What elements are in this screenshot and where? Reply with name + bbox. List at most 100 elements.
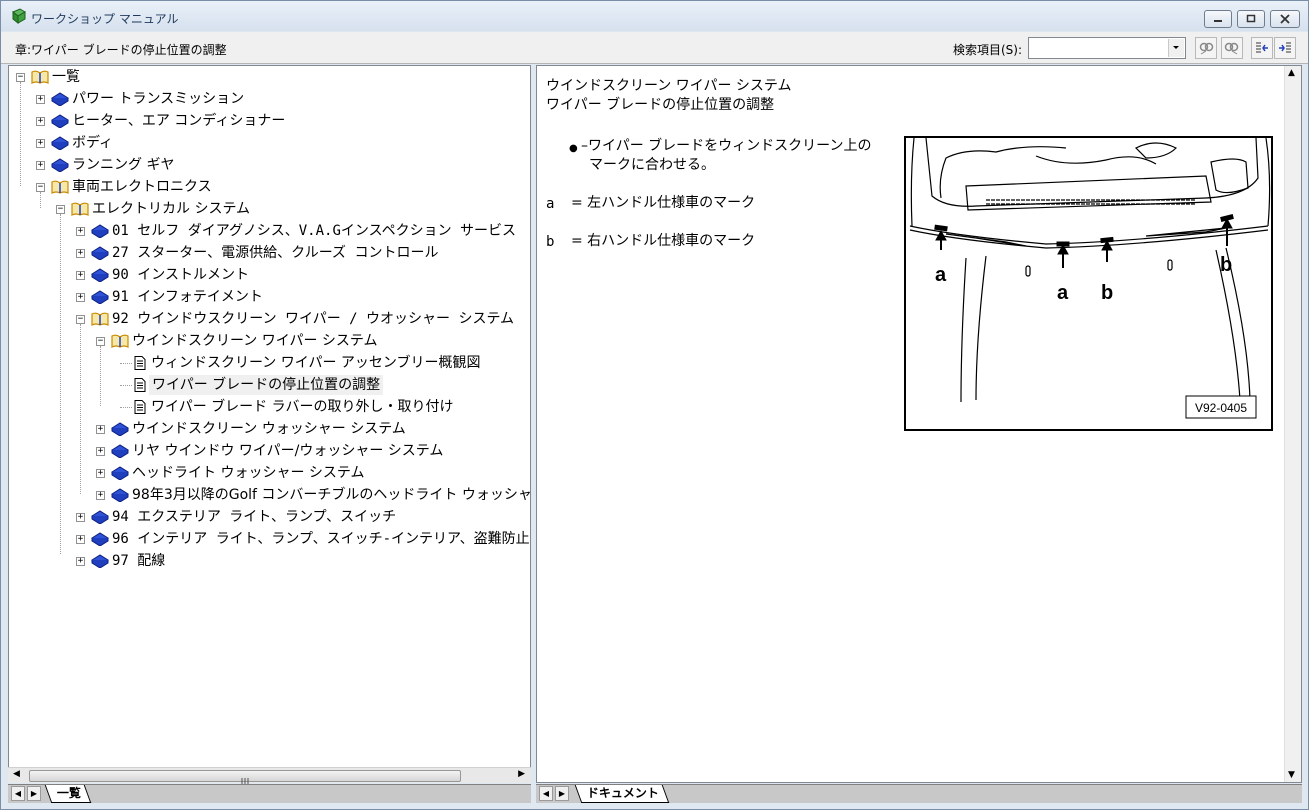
- scroll-thumb[interactable]: [29, 770, 461, 784]
- search-next-icon: [1224, 42, 1239, 55]
- vertical-scrollbar[interactable]: ▲ ▼: [1284, 66, 1301, 782]
- tree-item-label: 一覧: [52, 69, 80, 85]
- scroll-right-icon[interactable]: ▶: [518, 769, 525, 779]
- tree-item-label: ウィンドスクリーン ワイパー アッセンブリー概観図: [151, 355, 481, 371]
- book-icon: [51, 136, 69, 150]
- tree-item-label: パワー トランスミッション: [72, 91, 245, 107]
- tab-next-icon[interactable]: ▶: [555, 786, 569, 801]
- minimize-button[interactable]: [1204, 10, 1232, 28]
- scroll-up-icon[interactable]: ▲: [1288, 68, 1295, 78]
- tree-item-label: ボディ: [72, 135, 114, 151]
- book-icon: [111, 422, 129, 436]
- collapse-toggle[interactable]: −: [56, 205, 65, 214]
- expand-toggle[interactable]: +: [36, 139, 45, 148]
- tree-connector: [120, 407, 132, 408]
- sync-right-icon: [1279, 42, 1291, 53]
- expand-toggle[interactable]: +: [76, 227, 85, 236]
- scroll-left-icon[interactable]: ◀: [13, 769, 20, 779]
- document-pane: ウインドスクリーン ワイパー システム ワイパー ブレードの停止位置の調整 ● …: [536, 65, 1302, 783]
- book-icon: [91, 554, 109, 568]
- sync-right-button[interactable]: [1274, 37, 1296, 59]
- collapse-toggle[interactable]: −: [36, 183, 45, 192]
- tree-connector: [100, 346, 101, 406]
- figure-label-b: b: [1220, 254, 1232, 276]
- close-button[interactable]: [1270, 10, 1300, 28]
- tree-item-label: 98年3月以降のGolf コンバーチブルのヘッドライト ウォッシャー: [132, 487, 531, 503]
- doc-heading-1: ウインドスクリーン ワイパー システム: [546, 78, 792, 94]
- expand-toggle[interactable]: +: [96, 425, 105, 434]
- tree-connector: [40, 192, 41, 208]
- expand-toggle[interactable]: +: [36, 161, 45, 170]
- collapse-toggle[interactable]: −: [16, 73, 25, 82]
- figure-label-b: b: [1101, 282, 1113, 304]
- figure-label-a: a: [1057, 282, 1069, 304]
- search-prev-icon: [1199, 42, 1214, 55]
- legend-key: a: [546, 196, 555, 212]
- sync-left-icon: [1256, 42, 1268, 53]
- tree-item-label: ヒーター、エア コンディショナー: [72, 113, 286, 129]
- right-tabbar: ◀ ▶ ドキュメント: [536, 784, 1302, 803]
- book-icon: [51, 92, 69, 106]
- contents-tree[interactable]: − 一覧 + パワー トランスミッション + ヒーター、エア コンディショナー …: [8, 65, 531, 783]
- book-icon: [51, 158, 69, 172]
- tab-contents[interactable]: 一覧: [44, 785, 92, 803]
- minimize-icon: [1214, 20, 1222, 22]
- collapse-toggle[interactable]: −: [96, 337, 105, 346]
- tree-item-label: 91 インフォテイメント: [112, 289, 263, 305]
- expand-toggle[interactable]: +: [76, 535, 85, 544]
- book-icon: [91, 268, 109, 282]
- tree-item-label: ヘッドライト ウォッシャー システム: [132, 465, 365, 481]
- maximize-button[interactable]: [1237, 10, 1265, 28]
- chevron-down-icon[interactable]: [1168, 39, 1184, 57]
- tree-item-label: 92 ウインドウスクリーン ワイパー / ウオッシャー システム: [112, 311, 515, 327]
- legend-text: = 左ハンドル仕様車のマーク: [571, 195, 756, 211]
- tree-item-label: ワイパー ブレードの停止位置の調整: [149, 375, 384, 395]
- bullet-icon: ●: [569, 143, 578, 154]
- doc-instruction-line: –ワイパー ブレードをウィンドスクリーン上の: [581, 138, 872, 154]
- book-icon: [91, 510, 109, 524]
- document-icon: [134, 356, 146, 370]
- expand-toggle[interactable]: +: [76, 513, 85, 522]
- expand-toggle[interactable]: +: [76, 557, 85, 566]
- app-window: ワークショップ マニュアル 章:ワイパー ブレードの停止位置の調整 検索項目(S…: [0, 0, 1309, 810]
- expand-toggle[interactable]: +: [96, 447, 105, 456]
- book-icon: [51, 114, 69, 128]
- expand-toggle[interactable]: +: [36, 95, 45, 104]
- tab-next-icon[interactable]: ▶: [27, 786, 41, 801]
- open-book-icon: [31, 70, 49, 84]
- book-icon: [91, 290, 109, 304]
- tree-item-label: 01 セルフ ダイアグノシス、V.A.Gインスペクション サービス: [112, 223, 517, 239]
- doc-heading-2: ワイパー ブレードの停止位置の調整: [546, 97, 775, 113]
- tree-item-label: ワイパー ブレード ラバーの取り外し・取り付け: [151, 399, 454, 415]
- expand-toggle[interactable]: +: [96, 469, 105, 478]
- collapse-toggle[interactable]: −: [76, 315, 85, 324]
- search-prev-button[interactable]: [1195, 37, 1217, 59]
- scroll-down-icon[interactable]: ▼: [1288, 770, 1295, 780]
- tree-connector: [80, 324, 81, 494]
- search-select[interactable]: [1028, 37, 1186, 59]
- document-icon: [134, 400, 146, 414]
- tab-document[interactable]: ドキュメント: [574, 785, 670, 803]
- left-tabbar: ◀ ▶ 一覧: [8, 784, 531, 803]
- expand-toggle[interactable]: +: [36, 117, 45, 126]
- legend-key: b: [546, 234, 555, 250]
- book-icon: [111, 466, 129, 480]
- tab-label: 一覧: [56, 786, 81, 800]
- tab-prev-icon[interactable]: ◀: [11, 786, 25, 801]
- tab-prev-icon[interactable]: ◀: [539, 786, 553, 801]
- expand-toggle[interactable]: +: [76, 293, 85, 302]
- expand-toggle[interactable]: +: [76, 249, 85, 258]
- tree-item-label: ランニング ギヤ: [72, 157, 175, 173]
- expand-toggle[interactable]: +: [76, 271, 85, 280]
- doc-instruction-line: マークに合わせる。: [589, 157, 715, 173]
- horizontal-scrollbar[interactable]: ◀ ▶: [8, 767, 531, 784]
- expand-toggle[interactable]: +: [96, 491, 105, 500]
- tree-item-label: エレクトリカル システム: [92, 201, 251, 217]
- tree-connector: [120, 363, 132, 364]
- book-icon: [91, 224, 109, 238]
- sync-left-button[interactable]: [1251, 37, 1273, 59]
- chapter-title: 章:ワイパー ブレードの停止位置の調整: [15, 43, 227, 57]
- toolbar: 章:ワイパー ブレードの停止位置の調整 検索項目(S):: [1, 32, 1308, 64]
- open-book-icon: [51, 180, 69, 194]
- search-next-button[interactable]: [1221, 37, 1243, 59]
